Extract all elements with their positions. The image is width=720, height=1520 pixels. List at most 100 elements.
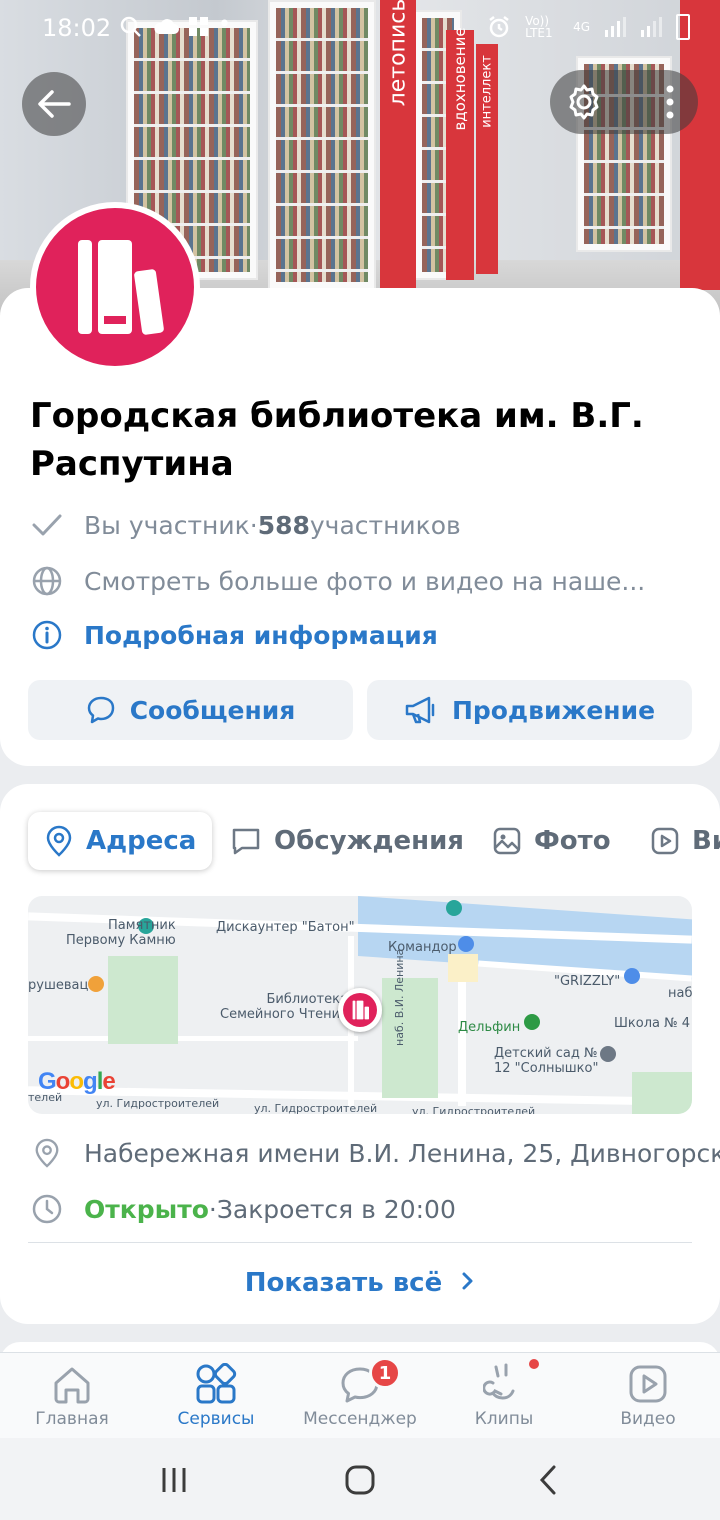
cover-column: интеллект	[476, 44, 498, 274]
messages-label: Сообщения	[129, 695, 296, 725]
map-label-delfin: Дельфин	[458, 1020, 521, 1035]
map-road	[28, 1036, 358, 1041]
member-status: Вы участник	[84, 510, 250, 540]
map-label-nab: наб.	[668, 986, 692, 1001]
members-count: 588	[257, 510, 310, 540]
map-label-monument: Памятник Первому Камню	[66, 918, 176, 948]
group-title: Городская библиотека им. В.Г. Распутина	[30, 396, 644, 484]
back-button[interactable]	[22, 72, 86, 136]
tab-addresses[interactable]: Адреса	[28, 812, 213, 870]
map-label-street: ул. Гидростроителей	[254, 1102, 378, 1114]
clock-icon	[30, 1192, 64, 1226]
more-status-icon: •	[218, 12, 231, 37]
nav-messenger[interactable]: 1 Мессенджер	[288, 1353, 432, 1439]
tab-video[interactable]: Ви	[650, 812, 720, 870]
separator: ·	[249, 510, 258, 540]
books-logo-icon	[352, 1000, 369, 1020]
network-label: Vo)) LTE1	[525, 14, 553, 40]
location-map[interactable]: Памятник Первому Камню Дискаунтер "Батон…	[28, 896, 692, 1114]
map-pin	[458, 936, 474, 952]
promotion-label: Продвижение	[451, 695, 656, 725]
books-logo-icon	[78, 240, 164, 335]
map-label-school: Школа № 4	[614, 1016, 691, 1031]
video-icon	[629, 1365, 667, 1403]
map-pin	[600, 1046, 616, 1062]
check-icon	[30, 508, 64, 542]
more-button[interactable]	[662, 84, 678, 120]
group-avatar[interactable]	[30, 202, 200, 372]
promotion-button[interactable]: Продвижение	[367, 680, 692, 740]
library-marker[interactable]	[338, 988, 382, 1032]
cover-column: вдохновение	[446, 27, 474, 280]
info-icon	[30, 618, 64, 652]
nav-clips[interactable]: Клипы	[432, 1353, 576, 1439]
bottom-navigation: Главная Сервисы 1 Мессенджер Клипы Видео	[0, 1352, 720, 1438]
home-system-button[interactable]	[330, 1460, 390, 1500]
nav-video[interactable]: Видео	[576, 1353, 720, 1439]
map-label-library: Библиотека Семейного Чтения	[220, 992, 348, 1022]
map-pin	[524, 1014, 540, 1030]
hours-row[interactable]: Открыто · Закроется в 20:00	[30, 1192, 456, 1226]
back-system-icon	[539, 1465, 556, 1495]
divider	[28, 1242, 692, 1243]
more-vertical-icon	[666, 85, 674, 119]
recent-apps-icon	[162, 1468, 186, 1492]
signal-icon	[641, 17, 662, 37]
back-system-button[interactable]	[518, 1460, 578, 1500]
megaphone-icon	[405, 696, 435, 724]
network-type: 4G	[573, 20, 590, 34]
battery-icon	[676, 14, 690, 40]
map-label-street: ул. Гидростроителей	[96, 1097, 220, 1110]
new-clips-dot	[529, 1359, 539, 1369]
members-label: участников	[309, 510, 461, 540]
membership-row[interactable]: Вы участник · 588 участников	[30, 508, 461, 542]
address-row[interactable]: Набережная имени В.И. Ленина, 25, Дивног…	[30, 1136, 720, 1170]
search-status-icon	[120, 16, 142, 43]
gear-icon	[569, 84, 599, 120]
chat-bubble-icon	[232, 828, 260, 855]
website-row[interactable]: Смотреть больше фото и видео на наше...	[30, 564, 645, 598]
addresses-card: Адреса Обсуждения Фото Ви	[0, 784, 720, 1324]
globe-icon	[30, 564, 64, 598]
chat-bubble-icon	[87, 696, 114, 724]
tab-photos[interactable]: Фото	[492, 812, 611, 870]
chevron-right-icon	[462, 1272, 473, 1290]
show-all-button[interactable]: Показать всё	[0, 1268, 720, 1298]
section-tabs: Адреса Обсуждения Фото Ви	[0, 812, 720, 870]
details-link[interactable]: Подробная информация	[84, 621, 438, 650]
map-label-discounter: Дискаунтер "Батон"	[216, 920, 355, 935]
map-label-kindergarten: Детский сад № 12 "Солнышко"	[494, 1046, 599, 1076]
map-park	[382, 978, 438, 1098]
header-actions	[550, 70, 698, 134]
home-icon	[54, 1367, 90, 1404]
nav-services[interactable]: Сервисы	[144, 1353, 288, 1439]
map-park	[632, 1072, 692, 1114]
address-text: Набережная имени В.И. Ленина, 25, Дивног…	[84, 1138, 720, 1168]
tab-discussions[interactable]: Обсуждения	[230, 812, 464, 870]
location-pin-icon	[30, 1136, 64, 1170]
map-label-street: ул. Гидростроителей	[412, 1105, 536, 1114]
map-area	[448, 954, 478, 982]
image-icon	[493, 827, 521, 855]
messages-button[interactable]: Сообщения	[28, 680, 353, 740]
recent-apps-button[interactable]	[144, 1460, 204, 1500]
details-row[interactable]: Подробная информация	[30, 618, 438, 652]
unread-badge: 1	[369, 1357, 401, 1389]
system-navigation	[0, 1438, 720, 1520]
google-logo: Google	[38, 1068, 116, 1095]
map-label-rushevac: рушевац	[28, 978, 89, 993]
nav-home[interactable]: Главная	[0, 1353, 144, 1439]
cloud-status-icon	[152, 16, 180, 41]
map-pin	[88, 976, 104, 992]
map-park	[108, 956, 178, 1044]
clips-icon	[483, 1363, 515, 1400]
video-icon	[651, 827, 679, 855]
map-label-grizzly: "GRIZZLY"	[554, 974, 621, 989]
status-bar: 18:02 • Vo)) LTE1 4G	[0, 0, 720, 56]
services-icon	[196, 1363, 237, 1404]
arrow-left-icon	[38, 90, 71, 118]
settings-button[interactable]	[564, 82, 604, 122]
map-pin	[624, 968, 640, 984]
separator: ·	[208, 1194, 217, 1224]
map-pin	[446, 900, 462, 916]
